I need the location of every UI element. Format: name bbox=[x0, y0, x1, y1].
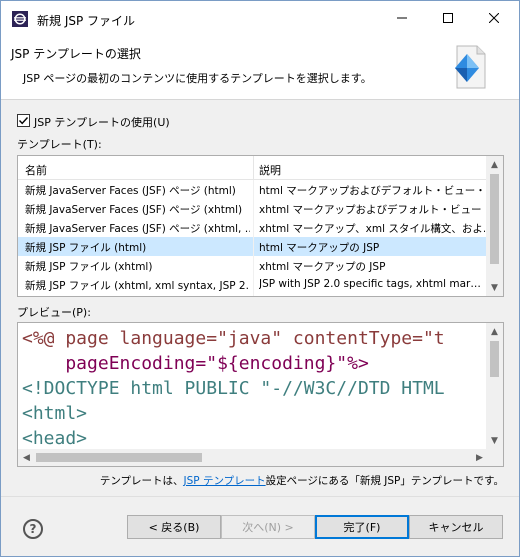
template-description: JSP with JSP 2.0 specific tags, xhtml ma… bbox=[259, 278, 481, 290]
preview-label: プレビュー(P): bbox=[17, 306, 91, 319]
scroll-down-icon[interactable]: ▼ bbox=[486, 432, 503, 449]
code-line-2: pageEncoding="${encoding}"%> bbox=[22, 353, 369, 374]
new-jsp-file-dialog: 新規 JSP ファイル JSP テンプレートの選択 JSP ページの最初のコンテ… bbox=[0, 0, 520, 557]
window-title: 新規 JSP ファイル bbox=[37, 14, 136, 28]
scroll-down-icon[interactable]: ▼ bbox=[486, 279, 503, 296]
page-description: JSP ページの最初のコンテンツに使用するテンプレートを選択します。 bbox=[23, 72, 372, 85]
templates-label: テンプレート(T): bbox=[17, 138, 102, 151]
preview-vertical-scrollbar[interactable]: ▲ ▼ bbox=[486, 323, 503, 449]
template-description: xhtml マークアップの JSP bbox=[259, 261, 386, 273]
template-name: 新規 JSP ファイル (xhtml) bbox=[25, 261, 153, 273]
code-line-5: <head> bbox=[22, 428, 87, 449]
templates-vertical-scrollbar[interactable]: ▲ ▼ bbox=[486, 156, 503, 296]
help-icon[interactable]: ? bbox=[23, 519, 43, 539]
code-line-3: <!DOCTYPE html PUBLIC "-//W3C//DTD HTML bbox=[22, 378, 445, 399]
cancel-button[interactable]: キャンセル bbox=[409, 515, 503, 539]
next-button[interactable]: 次へ(N) > bbox=[221, 515, 315, 539]
use-template-label[interactable]: JSP テンプレートの使用(U) bbox=[34, 114, 170, 130]
table-header: 名前 説明 bbox=[18, 156, 488, 180]
template-name: 新規 JavaServer Faces (JSF) ページ (xhtml) bbox=[25, 204, 243, 216]
eclipse-icon bbox=[12, 11, 28, 27]
close-button[interactable] bbox=[471, 1, 517, 37]
use-template-checkbox[interactable] bbox=[17, 114, 30, 127]
code-line-5-text: <head> bbox=[22, 428, 88, 449]
column-divider bbox=[253, 156, 254, 180]
column-header-description[interactable]: 説明 bbox=[259, 162, 281, 178]
note-prefix: テンプレートは、 bbox=[99, 475, 184, 487]
template-name: 新規 JavaServer Faces (JSF) ページ (xhtml, … bbox=[25, 223, 250, 235]
template-description: html マークアップおよびデフォルト・ビュー・セッ… bbox=[259, 185, 485, 197]
maximize-icon bbox=[443, 12, 453, 26]
wizard-body: JSP テンプレートの使用(U) テンプレート(T): 名前 説明 新規 Jav… bbox=[1, 100, 519, 496]
code-line-4-text: <html> bbox=[22, 403, 88, 424]
scrollbar-corner bbox=[486, 449, 503, 466]
scroll-up-icon[interactable]: ▲ bbox=[486, 323, 503, 340]
scrollbar-thumb[interactable] bbox=[490, 341, 499, 377]
template-name: 新規 JavaServer Faces (JSF) ページ (html) bbox=[25, 185, 236, 197]
code-line-3-text: <!DOCTYPE html PUBLIC "-//W3C//DTD HTML bbox=[22, 378, 445, 399]
template-preview: <%@ page language="java" contentType="t … bbox=[17, 322, 504, 467]
template-description: xhtml マークアップ、xml スタイル構文、およ… bbox=[259, 223, 485, 235]
jsp-wizard-icon bbox=[449, 44, 489, 92]
page-title: JSP テンプレートの選択 bbox=[11, 47, 141, 61]
close-icon bbox=[488, 12, 500, 26]
title-bar: 新規 JSP ファイル bbox=[1, 1, 519, 37]
code-line-1-text: <%@ page language="java" contentType="t bbox=[22, 328, 445, 349]
template-name: 新規 JSP ファイル (html) bbox=[25, 242, 147, 254]
templates-table: 名前 説明 新規 JavaServer Faces (JSF) ページ (htm… bbox=[17, 155, 504, 297]
maximize-button[interactable] bbox=[425, 1, 471, 37]
column-header-name[interactable]: 名前 bbox=[25, 162, 47, 178]
template-description: html マークアップの JSP bbox=[259, 242, 380, 254]
scroll-up-icon[interactable]: ▲ bbox=[486, 156, 503, 173]
template-description: xhtml マークアップおよびデフォルト・ビュー・セッ… bbox=[259, 204, 485, 216]
button-bar: ? < 戻る(B) 次へ(N) > 完了(F) キャンセル bbox=[1, 496, 519, 556]
minimize-button[interactable] bbox=[379, 1, 425, 37]
jsp-templates-link[interactable]: JSP テンプレート bbox=[184, 475, 266, 487]
finish-button[interactable]: 完了(F) bbox=[315, 515, 409, 539]
code-line-2-text: pageEncoding="${encoding}"%> bbox=[22, 353, 369, 374]
minimize-icon bbox=[397, 13, 407, 26]
scroll-left-icon[interactable]: ◀ bbox=[18, 449, 35, 466]
back-button[interactable]: < 戻る(B) bbox=[127, 515, 221, 539]
wizard-header: JSP テンプレートの選択 JSP ページの最初のコンテンツに使用するテンプレー… bbox=[1, 37, 519, 99]
scrollbar-thumb[interactable] bbox=[36, 453, 202, 462]
code-line-4: <html> bbox=[22, 403, 87, 424]
template-name: 新規 JSP ファイル (xhtml, xml syntax, JSP 2.… bbox=[25, 280, 250, 292]
code-line-1: <%@ page language="java" contentType="t bbox=[22, 328, 445, 349]
note-suffix: 設定ページにある「新規 JSP」テンプレートです。 bbox=[265, 475, 504, 487]
column-divider bbox=[253, 180, 254, 296]
templates-note: テンプレートは、JSP テンプレート設定ページにある「新規 JSP」テンプレート… bbox=[1, 473, 504, 488]
scrollbar-thumb[interactable] bbox=[490, 174, 499, 264]
preview-horizontal-scrollbar[interactable]: ◀ ▶ bbox=[18, 449, 488, 466]
